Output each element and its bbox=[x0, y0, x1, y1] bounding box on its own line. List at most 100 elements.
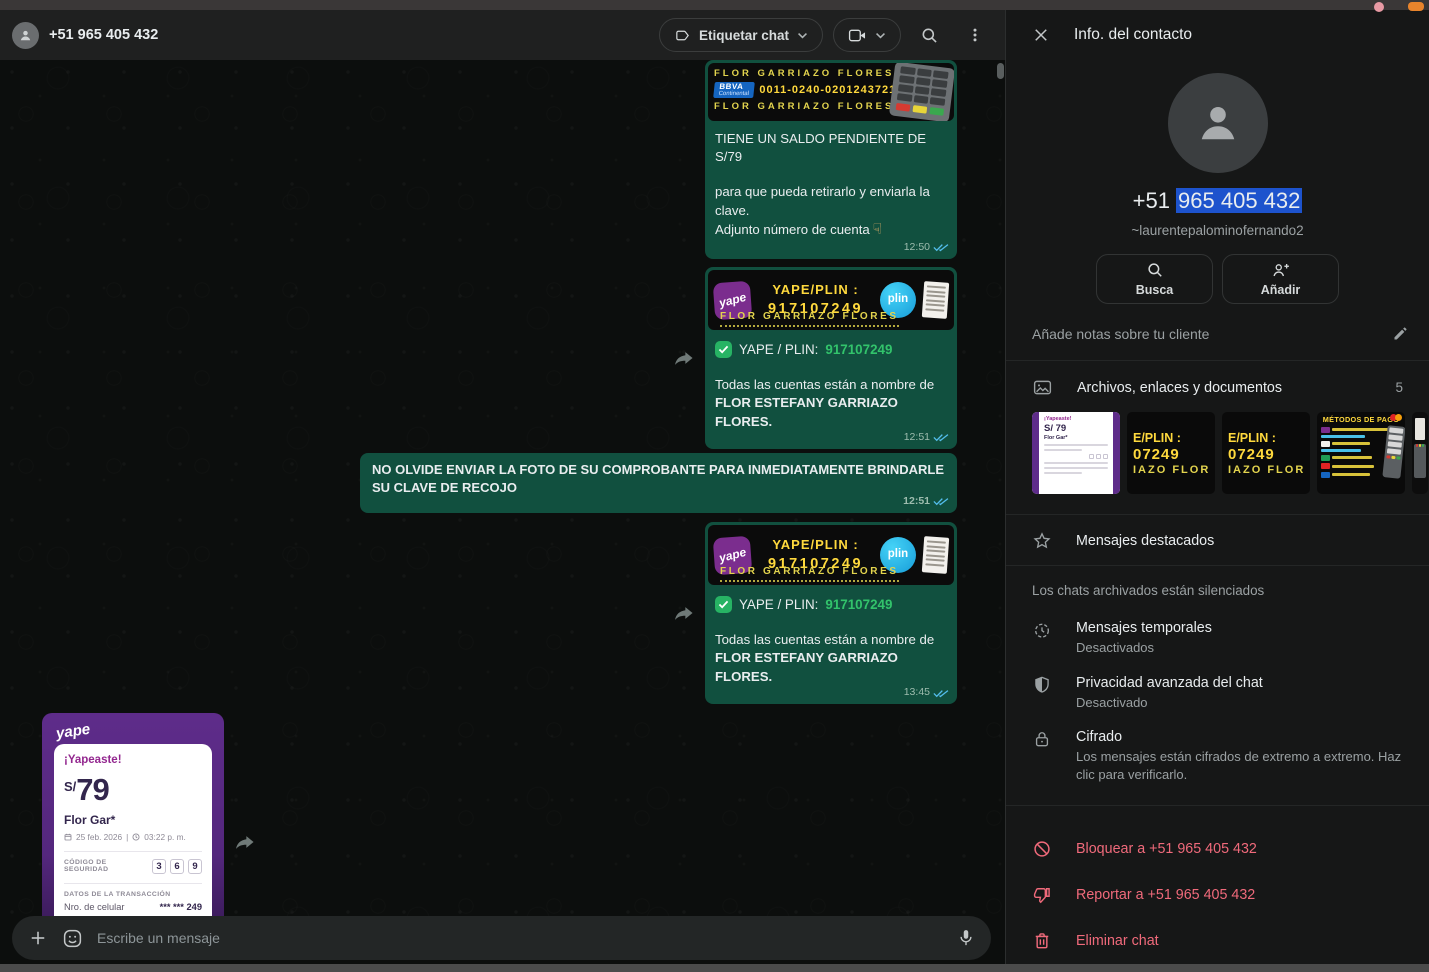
forward-icon[interactable] bbox=[673, 349, 695, 367]
message-time: 12:51 bbox=[904, 430, 930, 444]
encryption-description: Los mensajes están cifrados de extremo a… bbox=[1076, 748, 1403, 783]
selected-text: 965 405 432 bbox=[1176, 188, 1302, 213]
calendar-icon bbox=[64, 833, 72, 841]
search-button[interactable] bbox=[911, 17, 947, 53]
message-bubble[interactable]: yape YAPE/PLIN : 917107249 plin FLOR GAR… bbox=[705, 522, 957, 704]
media-thumb-receipt[interactable]: ¡Yapeaste! S/ 79 Flor Gar* bbox=[1032, 412, 1120, 494]
image-holder-name: FLOR GARRIAZO FLORES bbox=[720, 565, 899, 582]
message-text-line: Adjunto número de cuenta☟ bbox=[715, 220, 947, 241]
block-contact-label: Bloquear a +51 965 405 432 bbox=[1076, 841, 1257, 857]
section-divider bbox=[1006, 805, 1429, 806]
chat-message-list[interactable]: FLOR GARRIAZO FLORES BBVA Continental 00… bbox=[0, 60, 1005, 916]
block-icon bbox=[1032, 839, 1052, 859]
chevron-down-icon bbox=[875, 32, 886, 39]
yape-plin-image[interactable]: yape YAPE/PLIN : 917107249 plin FLOR GAR… bbox=[708, 270, 954, 330]
disappearing-messages-title: Mensajes temporales bbox=[1076, 620, 1403, 636]
message-yape-plin-2: yape YAPE/PLIN : 917107249 plin FLOR GAR… bbox=[42, 522, 957, 704]
archived-muted-note: Los chats archivados están silenciados bbox=[1006, 583, 1429, 598]
read-receipt-icon bbox=[933, 688, 949, 698]
media-icon bbox=[1032, 377, 1053, 398]
caption-phone-link[interactable]: 917107249 bbox=[825, 596, 892, 615]
chat-scrollbar[interactable] bbox=[997, 63, 1004, 79]
media-section-title: Archivos, enlaces y documentos bbox=[1077, 380, 1371, 396]
encryption-row[interactable]: Cifrado Los mensajes están cifrados de e… bbox=[1006, 729, 1429, 783]
media-section-header[interactable]: Archivos, enlaces y documentos 5 bbox=[1006, 377, 1429, 398]
contact-avatar[interactable] bbox=[12, 22, 39, 49]
close-icon[interactable] bbox=[1032, 26, 1050, 44]
disappearing-messages-status: Desactivados bbox=[1076, 639, 1403, 657]
emoji-sticker-icon[interactable] bbox=[62, 928, 83, 949]
video-camera-icon bbox=[848, 28, 867, 43]
message-bubble[interactable]: FLOR GARRIAZO FLORES BBVA Continental 00… bbox=[705, 60, 957, 259]
browser-profile-dot[interactable] bbox=[1374, 2, 1384, 12]
section-divider bbox=[1006, 565, 1429, 566]
mastercard-logo bbox=[1390, 414, 1402, 421]
browser-extension-dot[interactable] bbox=[1408, 2, 1424, 11]
forward-icon[interactable] bbox=[673, 604, 695, 622]
yape-receipt-image[interactable]: yape ¡Yapeaste! S/79 Flor Gar* bbox=[42, 713, 224, 916]
browser-chrome-strip bbox=[0, 0, 1429, 10]
receipt-amount: S/79 bbox=[64, 772, 202, 808]
delete-chat-row[interactable]: Eliminar chat bbox=[1006, 918, 1429, 964]
pos-terminal-graphic bbox=[889, 63, 954, 121]
green-check-emoji bbox=[715, 596, 732, 613]
star-icon bbox=[1032, 531, 1052, 551]
shield-icon bbox=[1032, 675, 1052, 695]
attach-plus-icon[interactable] bbox=[28, 928, 48, 948]
point-down-emoji: ☟ bbox=[873, 221, 882, 238]
media-thumb-yape-plin-1[interactable]: E/PLIN : 07249 IAZO FLOR bbox=[1127, 412, 1215, 494]
search-button-label: Busca bbox=[1136, 283, 1174, 297]
add-button-label: Añadir bbox=[1261, 283, 1301, 297]
contact-phone-number[interactable]: +51 965 405 432 bbox=[1006, 188, 1429, 214]
disappearing-messages-row[interactable]: Mensajes temporales Desactivados bbox=[1006, 620, 1429, 657]
advanced-privacy-status: Desactivado bbox=[1076, 694, 1403, 712]
os-edge-strip bbox=[0, 964, 1429, 972]
message-text-line: FLOR ESTEFANY GARRIAZO FLORES. bbox=[715, 394, 947, 430]
message-input[interactable] bbox=[97, 930, 943, 946]
media-thumb-partial[interactable] bbox=[1412, 412, 1428, 494]
media-thumb-metodos-pago[interactable]: MÉTODOS DE PAGO bbox=[1317, 412, 1405, 494]
composer-bar bbox=[0, 916, 1005, 964]
contact-profile-photo[interactable] bbox=[1168, 73, 1268, 173]
menu-kebab-button[interactable] bbox=[957, 17, 993, 53]
add-contact-button[interactable]: Añadir bbox=[1222, 254, 1339, 304]
starred-messages-row[interactable]: Mensajes destacados bbox=[1006, 531, 1429, 551]
yape-plin-image[interactable]: yape YAPE/PLIN : 917107249 plin FLOR GAR… bbox=[708, 525, 954, 585]
notes-field[interactable]: Añade notas sobre tu cliente bbox=[1006, 325, 1429, 342]
receipt-datetime: 25 feb. 2026 | 03:22 p. m. bbox=[64, 832, 202, 842]
message-bubble[interactable]: yape YAPE/PLIN : 917107249 plin FLOR GAR… bbox=[705, 267, 957, 449]
encryption-title: Cifrado bbox=[1076, 729, 1403, 745]
forward-icon[interactable] bbox=[234, 833, 256, 851]
caption-label: YAPE / PLIN: bbox=[739, 596, 818, 615]
advanced-privacy-title: Privacidad avanzada del chat bbox=[1076, 675, 1403, 691]
composer-pill[interactable] bbox=[12, 916, 991, 960]
video-call-button[interactable] bbox=[833, 18, 901, 52]
report-contact-row[interactable]: Reportar a +51 965 405 432 bbox=[1006, 872, 1429, 918]
tag-icon bbox=[674, 27, 691, 44]
message-time: 12:51 bbox=[903, 494, 930, 508]
image-holder-name: FLOR GARRIAZO FLORES bbox=[720, 310, 899, 327]
chat-column: +51 965 405 432 Etiquetar chat bbox=[0, 10, 1006, 964]
person-icon bbox=[18, 28, 33, 43]
media-thumbnails: ¡Yapeaste! S/ 79 Flor Gar* E/PLIN : 0724… bbox=[1032, 412, 1429, 494]
report-contact-label: Reportar a +51 965 405 432 bbox=[1076, 887, 1255, 903]
caption-phone-link[interactable]: 917107249 bbox=[825, 341, 892, 360]
delete-chat-label: Eliminar chat bbox=[1076, 933, 1159, 949]
message-text-line: FLOR ESTEFANY GARRIAZO FLORES. bbox=[715, 649, 947, 685]
advanced-privacy-row[interactable]: Privacidad avanzada del chat Desactivado bbox=[1006, 675, 1429, 712]
bbva-logo: BBVA Continental bbox=[713, 82, 755, 98]
security-code-label: CÓDIGO DE SEGURIDAD bbox=[64, 859, 152, 873]
search-in-chat-button[interactable]: Busca bbox=[1096, 254, 1213, 304]
block-contact-row[interactable]: Bloquear a +51 965 405 432 bbox=[1006, 826, 1429, 872]
message-bubble[interactable]: NO OLVIDE ENVIAR LA FOTO DE SU COMPROBAN… bbox=[360, 453, 957, 513]
bbva-account-image[interactable]: FLOR GARRIAZO FLORES BBVA Continental 00… bbox=[708, 63, 954, 121]
media-thumb-yape-plin-2[interactable]: E/PLIN : 07249 IAZO FLOR bbox=[1222, 412, 1310, 494]
microphone-icon[interactable] bbox=[957, 928, 975, 948]
whatsapp-window: +51 965 405 432 Etiquetar chat bbox=[0, 0, 1429, 972]
transaction-data-label: DATOS DE LA TRANSACCIÓN bbox=[64, 891, 202, 898]
pencil-icon[interactable] bbox=[1392, 325, 1409, 342]
paper-list-graphic bbox=[922, 281, 949, 319]
lock-icon bbox=[1032, 729, 1052, 749]
chat-contact-name[interactable]: +51 965 405 432 bbox=[49, 27, 659, 43]
label-chat-button[interactable]: Etiquetar chat bbox=[659, 18, 823, 52]
